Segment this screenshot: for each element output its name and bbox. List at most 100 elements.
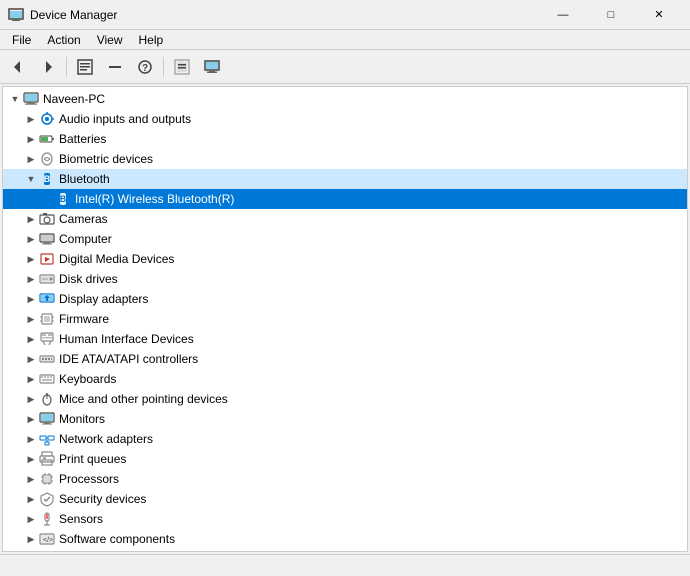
tree-item-hid[interactable]: ▶ Human Interface Devices — [3, 329, 687, 349]
tree-item-network[interactable]: ▶ Network adapters — [3, 429, 687, 449]
tree-item-sensors[interactable]: ▶ Sensors — [3, 509, 687, 529]
tree-item-monitors[interactable]: ▶ Monitors — [3, 409, 687, 429]
main-content: ▼ Naveen-PC ▶ — [2, 86, 688, 552]
expander-keyboards[interactable]: ▶ — [23, 371, 39, 387]
expander-disk[interactable]: ▶ — [23, 271, 39, 287]
expander-processors[interactable]: ▶ — [23, 471, 39, 487]
tree-item-naveen-pc[interactable]: ▼ Naveen-PC — [3, 89, 687, 109]
toolbar-computer[interactable] — [198, 53, 226, 81]
naveen-pc-label: Naveen-PC — [43, 92, 105, 106]
bluetooth-icon: B — [39, 171, 55, 187]
expander-ide[interactable]: ▶ — [23, 351, 39, 367]
bluetooth-label: Bluetooth — [59, 172, 110, 186]
tree-item-digital-media[interactable]: ▶ Digital Media Devices — [3, 249, 687, 269]
expander-biometric[interactable]: ▶ — [23, 151, 39, 167]
hid-label: Human Interface Devices — [59, 332, 194, 346]
menu-help[interactable]: Help — [131, 31, 172, 49]
expander-computer[interactable]: ▶ — [23, 231, 39, 247]
bt-device-icon: B — [55, 191, 71, 207]
expander-display[interactable]: ▶ — [23, 291, 39, 307]
tree-item-computer[interactable]: ▶ Computer — [3, 229, 687, 249]
svg-text:?: ? — [142, 63, 148, 74]
expander-sensors[interactable]: ▶ — [23, 511, 39, 527]
tree-item-audio[interactable]: ▶ Audio inputs and outputs — [3, 109, 687, 129]
sw-components-label: Software components — [59, 532, 175, 546]
monitors-label: Monitors — [59, 412, 105, 426]
sensor-icon — [39, 511, 55, 527]
toolbar-disable[interactable] — [101, 53, 129, 81]
tree-item-display[interactable]: ▶ Display adapters — [3, 289, 687, 309]
tree-item-processors[interactable]: ▶ Processors — [3, 469, 687, 489]
expander-hid[interactable]: ▶ — [23, 331, 39, 347]
audio-label: Audio inputs and outputs — [59, 112, 191, 126]
mice-label: Mice and other pointing devices — [59, 392, 228, 406]
maximize-button[interactable]: □ — [588, 0, 634, 30]
tree-item-biometric[interactable]: ▶ Biometric devices — [3, 149, 687, 169]
toolbar-back[interactable] — [4, 53, 32, 81]
close-button[interactable]: ✕ — [636, 0, 682, 30]
print-label: Print queues — [59, 452, 126, 466]
toolbar-help[interactable]: ? — [131, 53, 159, 81]
tree-item-batteries[interactable]: ▶ Batteries — [3, 129, 687, 149]
sensors-label: Sensors — [59, 512, 103, 526]
tree-item-bluetooth[interactable]: ▼ B Bluetooth — [3, 169, 687, 189]
cameras-label: Cameras — [59, 212, 108, 226]
print-icon — [39, 451, 55, 467]
processor-icon — [39, 471, 55, 487]
tree-item-cameras[interactable]: ▶ Cameras — [3, 209, 687, 229]
hid-icon — [39, 331, 55, 347]
audio-icon — [39, 111, 55, 127]
expander-digital-media[interactable]: ▶ — [23, 251, 39, 267]
tree-item-bt-intel[interactable]: B Intel(R) Wireless Bluetooth(R) — [3, 189, 687, 209]
expander-naveen-pc[interactable]: ▼ — [7, 91, 23, 107]
title-bar: Device Manager — □ ✕ — [0, 0, 690, 30]
expander-firmware[interactable]: ▶ — [23, 311, 39, 327]
expander-network[interactable]: ▶ — [23, 431, 39, 447]
tree-item-mice[interactable]: ▶ Mice and other pointing devices — [3, 389, 687, 409]
svg-text:</>: </> — [43, 537, 53, 544]
ide-label: IDE ATA/ATAPI controllers — [59, 352, 198, 366]
toolbar-forward[interactable] — [34, 53, 62, 81]
expander-audio[interactable]: ▶ — [23, 111, 39, 127]
toolbar-sep-1 — [66, 57, 67, 77]
toolbar-properties[interactable] — [71, 53, 99, 81]
disk-icon — [39, 271, 55, 287]
mouse-icon — [39, 391, 55, 407]
digital-media-icon — [39, 251, 55, 267]
monitor-icon — [39, 411, 55, 427]
minimize-button[interactable]: — — [540, 0, 586, 30]
tree-item-disk[interactable]: ▶ Disk drives — [3, 269, 687, 289]
tree-item-sw-devices[interactable]: ▶ Software devices — [3, 549, 687, 551]
tree-item-firmware[interactable]: ▶ Firmware — [3, 309, 687, 329]
batteries-label: Batteries — [59, 132, 106, 146]
expander-monitors[interactable]: ▶ — [23, 411, 39, 427]
menu-view[interactable]: View — [89, 31, 131, 49]
tree-item-security[interactable]: ▶ Security devices — [3, 489, 687, 509]
disk-label: Disk drives — [59, 272, 118, 286]
expander-mice[interactable]: ▶ — [23, 391, 39, 407]
expander-bluetooth[interactable]: ▼ — [23, 171, 39, 187]
computer-icon — [23, 91, 39, 107]
device-tree[interactable]: ▼ Naveen-PC ▶ — [3, 87, 687, 551]
computer-label: Computer — [59, 232, 112, 246]
svg-text:B: B — [60, 194, 67, 204]
tree-item-ide[interactable]: ▶ IDE ATA/ATAPI controllers — [3, 349, 687, 369]
tree-item-print[interactable]: ▶ Print queues — [3, 449, 687, 469]
ide-icon — [39, 351, 55, 367]
menu-bar: File Action View Help — [0, 30, 690, 50]
expander-security[interactable]: ▶ — [23, 491, 39, 507]
expander-print[interactable]: ▶ — [23, 451, 39, 467]
tree-item-sw-components[interactable]: ▶ </> Software components — [3, 529, 687, 549]
biometric-label: Biometric devices — [59, 152, 153, 166]
display-label: Display adapters — [59, 292, 148, 306]
menu-file[interactable]: File — [4, 31, 39, 49]
tree-item-keyboards[interactable]: ▶ Keyboards — [3, 369, 687, 389]
expander-cameras[interactable]: ▶ — [23, 211, 39, 227]
svg-text:B: B — [44, 174, 51, 184]
toolbar-update[interactable] — [168, 53, 196, 81]
keyboard-icon — [39, 371, 55, 387]
keyboards-label: Keyboards — [59, 372, 116, 386]
expander-sw-components[interactable]: ▶ — [23, 531, 39, 547]
expander-batteries[interactable]: ▶ — [23, 131, 39, 147]
menu-action[interactable]: Action — [39, 31, 88, 49]
